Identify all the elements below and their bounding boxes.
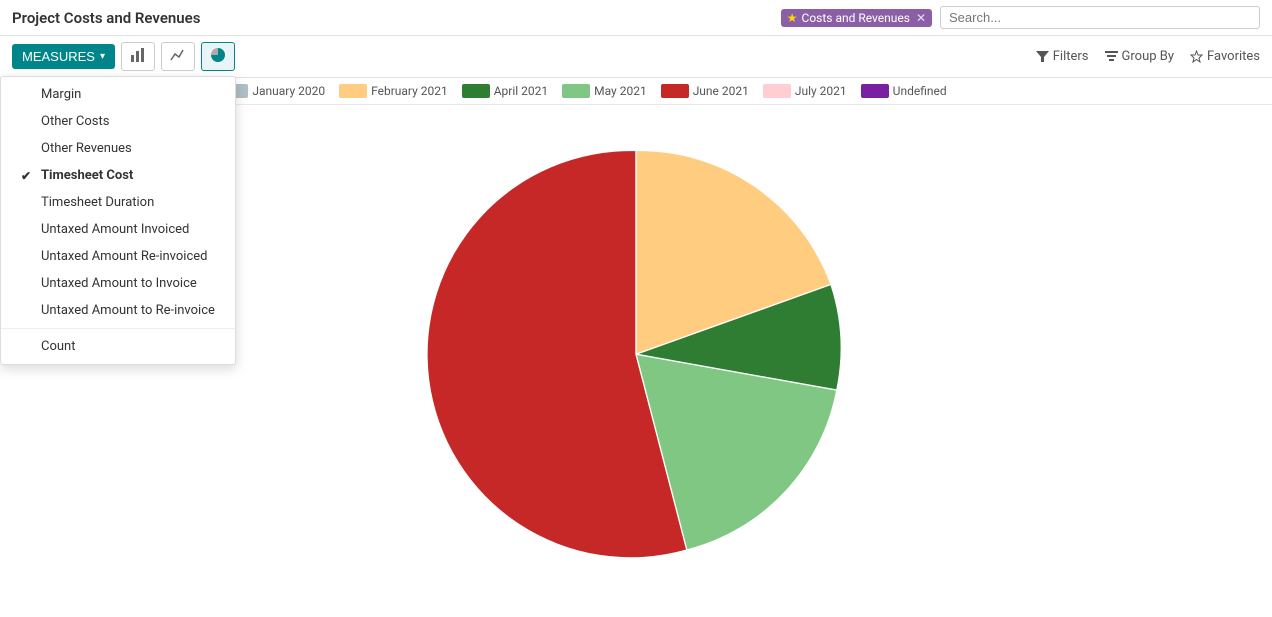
filter-tag[interactable]: ★ Costs and Revenues ✕ (781, 9, 932, 27)
measures-dropdown: Margin Other Costs Other Revenues ✔ Time… (0, 76, 236, 365)
favorites-button[interactable]: Favorites (1190, 49, 1260, 64)
legend-feb-2021: February 2021 (339, 84, 448, 98)
measure-count[interactable]: Count (1, 333, 235, 360)
measure-other-revenues[interactable]: Other Revenues (1, 135, 235, 162)
measure-untaxed-reinvoiced[interactable]: Untaxed Amount Re-invoiced (1, 243, 235, 270)
toolbar-left: MEASURES ▾ Margin Other Costs Other Re (12, 42, 235, 71)
tag-close-icon[interactable]: ✕ (916, 11, 926, 25)
measure-untaxed-to-reinvoice[interactable]: Untaxed Amount to Re-invoice (1, 297, 235, 324)
groupby-button[interactable]: Group By (1105, 49, 1175, 64)
legend-label-undefined: Undefined (893, 84, 947, 98)
legend-color-undefined (861, 84, 889, 98)
toolbar-right: Filters Group By Favorites (1036, 49, 1260, 64)
pie-chart (396, 105, 876, 585)
legend-label-jul-2021: July 2021 (795, 84, 847, 98)
legend-label-may-2021: May 2021 (594, 84, 647, 98)
bar-chart-button[interactable] (121, 42, 155, 71)
toolbar: MEASURES ▾ Margin Other Costs Other Re (0, 36, 1272, 78)
page-title: Project Costs and Revenues (12, 9, 200, 27)
measure-timesheet-duration[interactable]: Timesheet Duration (1, 189, 235, 216)
legend-jul-2021: July 2021 (763, 84, 847, 98)
favorites-label: Favorites (1207, 49, 1260, 64)
measure-untaxed-invoiced[interactable]: Untaxed Amount Invoiced (1, 216, 235, 243)
star-icon: ★ (787, 11, 798, 25)
measure-timesheet-cost[interactable]: ✔ Timesheet Cost (1, 162, 235, 189)
measure-other-costs[interactable]: Other Costs (1, 108, 235, 135)
search-input[interactable] (940, 6, 1260, 29)
legend-color-jun-2021 (661, 84, 689, 98)
legend-label-jun-2021: June 2021 (693, 84, 749, 98)
groupby-label: Group By (1122, 49, 1175, 64)
menu-divider (1, 328, 235, 329)
legend-label-apr-2021: April 2021 (494, 84, 548, 98)
legend-color-feb-2021 (339, 84, 367, 98)
measure-margin[interactable]: Margin (1, 81, 235, 108)
legend-label-jan-2020: January 2020 (252, 84, 325, 98)
top-bar-right: ★ Costs and Revenues ✕ (781, 6, 1260, 29)
legend-may-2021: May 2021 (562, 84, 647, 98)
filters-button[interactable]: Filters (1036, 49, 1089, 64)
line-chart-button[interactable] (161, 42, 195, 71)
legend-label-feb-2021: February 2021 (371, 84, 448, 98)
tag-label: Costs and Revenues (802, 11, 910, 25)
filters-label: Filters (1053, 49, 1089, 64)
legend-jun-2021: June 2021 (661, 84, 749, 98)
measures-label: MEASURES (22, 49, 95, 64)
legend-apr-2021: April 2021 (462, 84, 548, 98)
measures-button[interactable]: MEASURES ▾ (12, 44, 115, 69)
top-bar: Project Costs and Revenues ★ Costs and R… (0, 0, 1272, 36)
pie-chart-button[interactable] (201, 42, 235, 71)
measures-caret: ▾ (100, 51, 105, 62)
legend-jan-2020: January 2020 (220, 84, 325, 98)
legend-color-apr-2021 (462, 84, 490, 98)
measure-untaxed-to-invoice[interactable]: Untaxed Amount to Invoice (1, 270, 235, 297)
legend-undefined: Undefined (861, 84, 947, 98)
legend-color-may-2021 (562, 84, 590, 98)
legend-color-jul-2021 (763, 84, 791, 98)
